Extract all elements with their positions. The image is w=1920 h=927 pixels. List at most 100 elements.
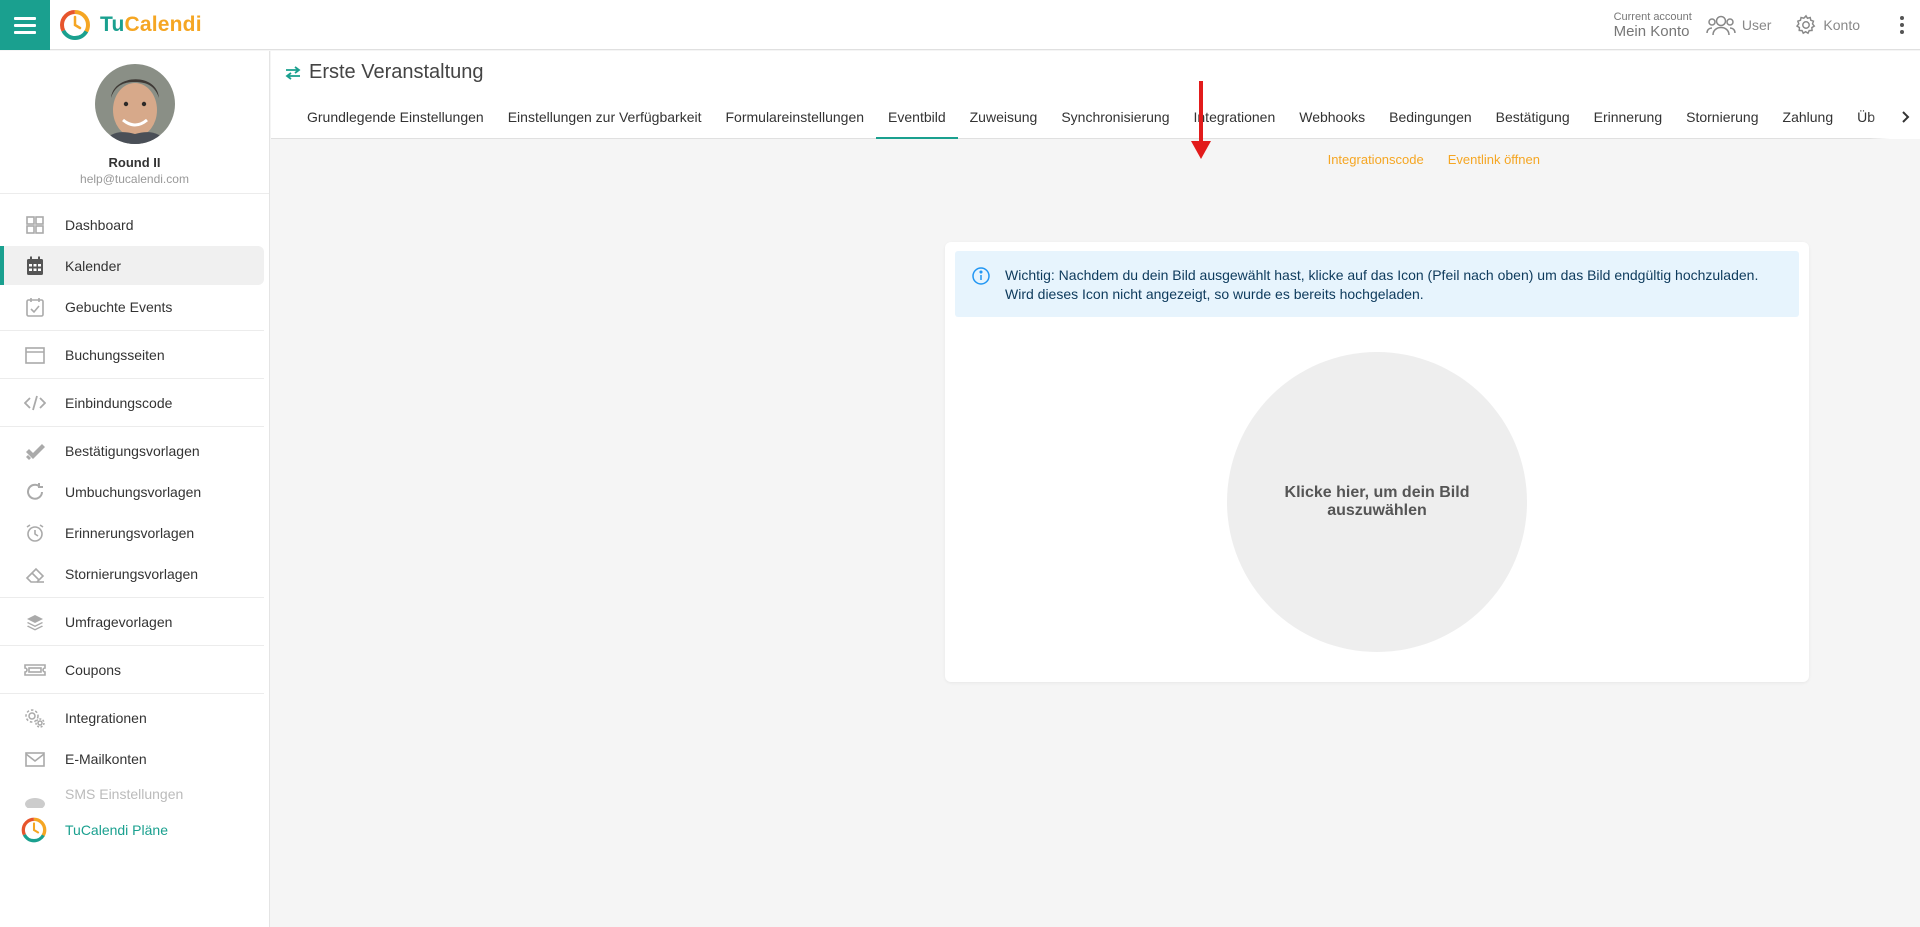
info-alert: Wichtig: Nachdem du dein Bild ausgewählt… xyxy=(955,251,1799,317)
user-menu-button[interactable]: User xyxy=(1706,14,1771,36)
sidebar-item-umfragevorlagen[interactable]: Umfragevorlagen xyxy=(0,602,264,641)
logo-icon xyxy=(21,817,47,843)
sidebar-item-einbindungscode[interactable]: Einbindungscode xyxy=(0,383,264,422)
sidebar-item-label: Integrationen xyxy=(65,709,147,726)
browser-window-icon xyxy=(25,347,45,364)
more-options-button[interactable] xyxy=(1884,0,1920,50)
sidebar-item-label: Dashboard xyxy=(65,216,134,233)
tab-grundlegende-einstellungen[interactable]: Grundlegende Einstellungen xyxy=(295,95,496,139)
sidebar-item-label: E-Mailkonten xyxy=(65,750,147,767)
sidebar-divider xyxy=(0,330,264,331)
sidebar-item-tucalendi-plaene[interactable]: TuCalendi Pläne xyxy=(0,810,264,849)
info-alert-text: Wichtig: Nachdem du dein Bild ausgewählt… xyxy=(1005,266,1758,304)
konto-menu-button[interactable]: Konto xyxy=(1795,14,1860,36)
sidebar-item-e-mailkonten[interactable]: E-Mailkonten xyxy=(0,739,264,778)
image-upload-dropzone[interactable]: Klicke hier, um dein Bild auszuwählen xyxy=(1227,352,1527,652)
sidebar-item-coupons[interactable]: Coupons xyxy=(0,650,264,689)
settings-tabs: Grundlegende Einstellungen Einstellungen… xyxy=(295,95,1887,139)
gears-icon xyxy=(25,709,45,728)
sidebar-item-label: Umbuchungsvorlagen xyxy=(65,483,202,500)
info-alert-line-2: Wird dieses Icon nicht angezeigt, so wur… xyxy=(1005,286,1424,302)
layers-icon xyxy=(27,615,43,631)
open-event-link[interactable]: Eventlink öffnen xyxy=(1448,152,1540,167)
tab-integrationen[interactable]: Integrationen xyxy=(1182,95,1288,139)
sidebar-divider xyxy=(0,693,264,694)
info-icon xyxy=(972,267,990,285)
sidebar-item-label: Bestätigungsvorlagen xyxy=(65,442,200,459)
current-account-caption: Current account xyxy=(1613,10,1692,23)
info-alert-line-1: Wichtig: Nachdem du dein Bild ausgewählt… xyxy=(1005,267,1759,283)
current-account-switcher[interactable]: Current account Mein Konto xyxy=(1613,10,1692,40)
integration-code-link[interactable]: Integrationscode xyxy=(1328,152,1424,167)
tucalendi-logo-icon xyxy=(60,10,90,40)
sidebar-item-label: Umfragevorlagen xyxy=(65,613,173,630)
envelope-icon xyxy=(25,752,45,767)
tab-synchronisierung[interactable]: Synchronisierung xyxy=(1049,95,1181,139)
sidebar-item-label: Erinnerungsvorlagen xyxy=(65,524,195,541)
sidebar-divider xyxy=(0,597,264,598)
sidebar-divider xyxy=(0,426,264,427)
tab-eventbild[interactable]: Eventbild xyxy=(876,95,958,139)
sidebar-item-label: Stornierungsvorlagen xyxy=(65,565,199,582)
sidebar-nav: Dashboard Kalender Gebuchte Events Buchu… xyxy=(0,194,269,849)
event-title: Erste Veranstaltung xyxy=(285,61,484,84)
sidebar-divider xyxy=(0,645,264,646)
tab-webhooks[interactable]: Webhooks xyxy=(1287,95,1377,139)
tab-formulareinstellungen[interactable]: Formulareinstellungen xyxy=(714,95,877,139)
sidebar-item-bestaetigungsvorlagen[interactable]: Bestätigungsvorlagen xyxy=(0,431,264,470)
sidebar-item-sms-einstellungen[interactable]: SMS Einstellungen xyxy=(0,780,264,808)
profile-email: help@tucalendi.com xyxy=(80,172,189,186)
tab-zuweisung[interactable]: Zuweisung xyxy=(958,95,1050,139)
double-check-icon xyxy=(26,444,45,460)
sidebar-item-umbuchungsvorlagen[interactable]: Umbuchungsvorlagen xyxy=(0,472,264,511)
sidebar-item-buchungsseiten[interactable]: Buchungsseiten xyxy=(0,335,264,374)
users-icon xyxy=(1706,15,1736,36)
sidebar-item-stornierungsvorlagen[interactable]: Stornierungsvorlagen xyxy=(0,554,264,593)
menu-toggle-button[interactable] xyxy=(0,0,50,50)
refresh-icon xyxy=(27,483,43,500)
tab-bestaetigung[interactable]: Bestätigung xyxy=(1484,95,1582,139)
tab-stornierung[interactable]: Stornierung xyxy=(1674,95,1770,139)
sidebar-item-label: Kalender xyxy=(65,257,122,274)
eraser-icon xyxy=(25,567,45,583)
ticket-icon xyxy=(24,664,46,676)
tab-bedingungen[interactable]: Bedingungen xyxy=(1377,95,1484,139)
tabs-fade xyxy=(1870,95,1890,139)
sidebar-item-integrationen[interactable]: Integrationen xyxy=(0,698,264,737)
sidebar-item-kalender[interactable]: Kalender xyxy=(0,246,264,285)
sidebar: Round II help@tucalendi.com Dashboard Ka… xyxy=(0,51,270,927)
sidebar-item-label: Einbindungscode xyxy=(65,394,173,411)
tab-verfuegbarkeit[interactable]: Einstellungen zur Verfügbarkeit xyxy=(496,95,714,139)
chevron-right-icon xyxy=(1902,111,1910,123)
avatar[interactable] xyxy=(94,64,175,144)
sidebar-item-dashboard[interactable]: Dashboard xyxy=(0,205,264,244)
top-bar: TuCalendi Current account Mein Konto Use… xyxy=(0,0,1920,50)
konto-menu-label: Konto xyxy=(1823,17,1860,33)
gear-icon xyxy=(1796,14,1816,35)
hamburger-icon xyxy=(14,16,36,34)
event-image-card: Wichtig: Nachdem du dein Bild ausgewählt… xyxy=(945,242,1809,682)
swap-arrows-icon[interactable] xyxy=(285,65,301,80)
sidebar-item-label: TuCalendi Pläne xyxy=(65,821,168,838)
top-right-controls: Current account Mein Konto User Konto xyxy=(1614,0,1920,50)
alarm-clock-icon xyxy=(26,524,44,542)
current-account-name: Mein Konto xyxy=(1613,22,1690,40)
profile-name: Round II xyxy=(108,155,161,170)
event-title-text: Erste Veranstaltung xyxy=(309,61,484,83)
sidebar-divider xyxy=(0,378,264,379)
avatar-photo xyxy=(94,64,175,144)
brand-name-part-tu: Tu xyxy=(100,13,125,36)
event-links: Integrationscode Eventlink öffnen xyxy=(1328,152,1540,167)
image-upload-prompt: Klicke hier, um dein Bild auszuwählen xyxy=(1284,484,1470,519)
brand-logo[interactable]: TuCalendi xyxy=(58,8,202,42)
sidebar-item-label: SMS Einstellungen xyxy=(65,786,184,802)
sidebar-item-label: Gebuchte Events xyxy=(65,298,173,315)
tab-zahlung[interactable]: Zahlung xyxy=(1771,95,1846,139)
calendar-check-icon xyxy=(26,298,44,317)
sms-icon xyxy=(25,798,45,808)
grid-icon xyxy=(26,216,44,234)
sidebar-item-erinnerungsvorlagen[interactable]: Erinnerungsvorlagen xyxy=(0,513,264,552)
tabs-scroll-right-button[interactable] xyxy=(1890,95,1920,139)
sidebar-item-gebuchte-events[interactable]: Gebuchte Events xyxy=(0,287,264,326)
tab-erinnerung[interactable]: Erinnerung xyxy=(1582,95,1675,139)
